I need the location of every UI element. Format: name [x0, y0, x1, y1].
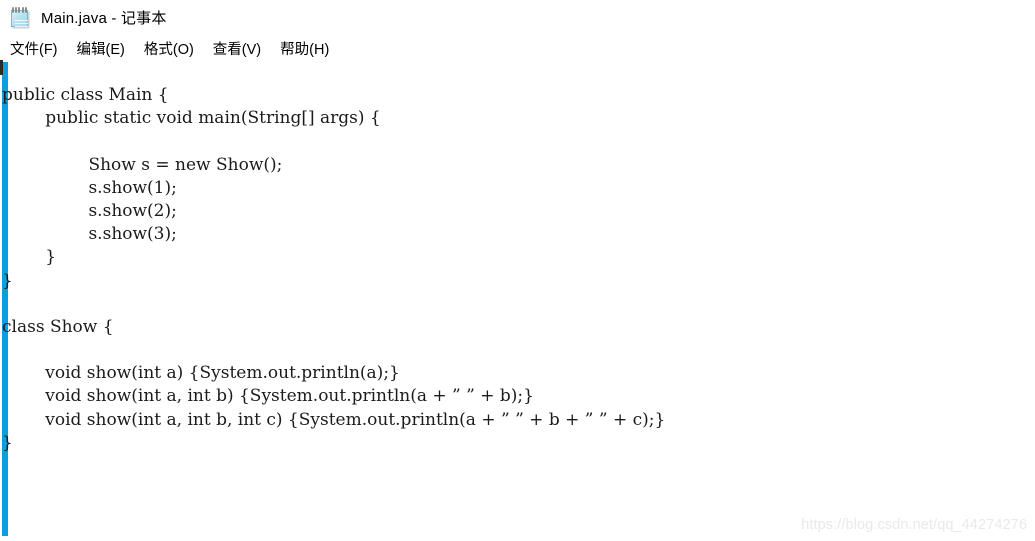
- code-line: s.show(2);: [2, 200, 177, 221]
- code-line: void show(int a) {System.out.println(a);…: [2, 363, 400, 384]
- title-bar: Main.java - 记事本: [0, 0, 1035, 34]
- code-line: }: [2, 247, 57, 268]
- code-line: void show(int a, int b) {System.out.prin…: [2, 386, 534, 407]
- code-text[interactable]: public class Main { public static void m…: [2, 84, 1032, 455]
- menu-bar: 文件(F) 编辑(E) 格式(O) 查看(V) 帮助(H): [0, 36, 1035, 60]
- code-line: }: [2, 270, 13, 291]
- notepad-icon-spiral: [11, 7, 28, 13]
- menu-item-format[interactable]: 格式(O): [144, 36, 194, 61]
- code-line: public static void main(String[] args) {: [2, 108, 381, 129]
- menu-item-file[interactable]: 文件(F): [10, 36, 58, 61]
- code-line: }: [2, 432, 13, 453]
- code-line: Show s = new Show();: [2, 154, 283, 175]
- notepad-icon: [10, 6, 32, 28]
- watermark: https://blog.csdn.net/qq_44274276: [801, 517, 1027, 533]
- code-line: s.show(3);: [2, 224, 177, 245]
- menu-item-help[interactable]: 帮助(H): [280, 36, 329, 61]
- text-editor-area[interactable]: public class Main { public static void m…: [0, 60, 1035, 541]
- code-line: s.show(1);: [2, 177, 177, 198]
- window-title: Main.java - 记事本: [41, 9, 167, 27]
- code-line: class Show {: [2, 316, 114, 337]
- code-line: void show(int a, int b, int c) {System.o…: [2, 409, 666, 430]
- menu-item-edit[interactable]: 编辑(E): [77, 36, 125, 61]
- text-caret: [0, 60, 3, 75]
- menu-item-view[interactable]: 查看(V): [213, 36, 261, 61]
- notepad-icon-lines: [15, 20, 28, 29]
- code-line: public class Main {: [2, 85, 169, 105]
